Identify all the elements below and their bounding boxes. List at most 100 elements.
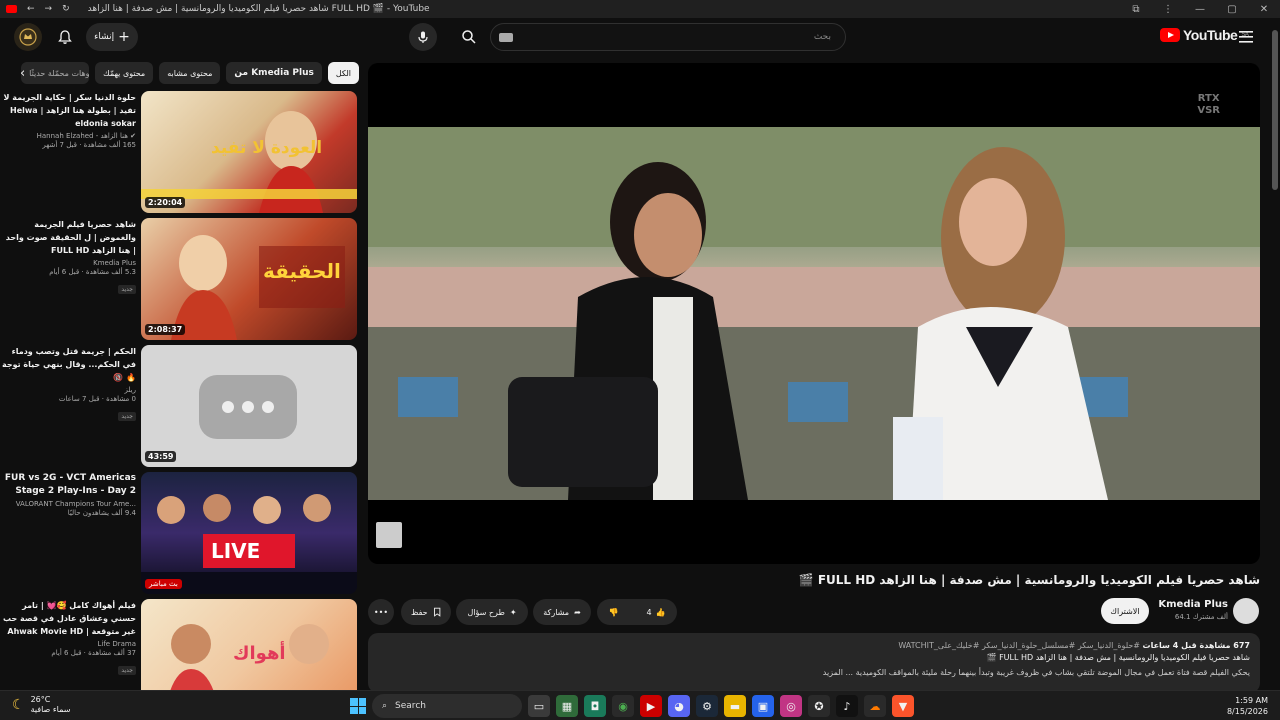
temperature: 26°C [30,695,51,704]
video-thumbnail[interactable]: الحقيقة 2:08:37 [141,218,357,340]
video-meta: حلوة الدنيا سكر | حكاية الجريمة لا تفيد … [1,91,136,149]
channel-name[interactable]: Life Drama [1,640,136,648]
menu-dots-icon[interactable]: ⋮ [1152,4,1184,15]
channel-watermark-icon[interactable] [376,522,402,548]
video-title[interactable]: FUR vs 2G - VCT Americas Stage 2 Play-In… [1,472,136,498]
video-title[interactable]: فيلم أهواك كامل 🥰💓 | تامر حسني وعشاق عاد… [1,599,136,638]
chip-for-you[interactable]: محتوى يهمّك [95,62,154,84]
search-button[interactable] [455,23,483,51]
create-label: إنشاء [94,32,115,42]
video-title[interactable]: شاهد حصريا فيلم الجريمة والغموض | ل الحق… [1,218,136,257]
channel-name[interactable]: VALORANT Champions Tour Ame... [1,500,136,508]
dislike-icon[interactable]: 👎 [608,608,618,617]
description-line: يحكي الفيلم قصة فتاة تعمل في مجال الموضة… [822,668,1250,677]
list-item[interactable]: LIVE بث مباشر FUR vs 2G - VCT Americas S… [0,472,362,594]
ask-label: طرح سؤال [467,607,505,617]
channel-name[interactable]: ريلز [1,386,136,394]
like-icon: 👍 [655,607,666,617]
minimize-icon[interactable]: — [1184,4,1216,15]
system-clock[interactable]: 1:59 AM 8/15/2026 [1227,695,1268,717]
notifications-button[interactable] [51,23,79,51]
weather-widget[interactable]: ☾ 26°C سماء صافية [12,695,70,715]
share-label: مشاركة [543,607,570,617]
windows-start-icon[interactable] [350,698,366,714]
extensions-icon[interactable]: ⧉ [1120,4,1152,15]
video-title[interactable]: الحكم | جريمة قتل وتصب ودماء في الحكم...… [1,345,136,384]
soundcloud-icon[interactable]: ☁ [864,695,886,717]
back-icon[interactable]: ← [27,4,35,14]
video-thumbnail[interactable]: العودة لا تفيد 2:20:04 [141,91,357,213]
bookmark-icon [433,607,440,617]
channel-name[interactable]: Kmedia Plus [1,259,136,267]
page-scrollbar[interactable] [1272,30,1278,190]
tiktok-icon[interactable]: ♪ [836,695,858,717]
description-tags[interactable]: #حلوة_الدنيا_سكر #مسلسل_حلوة_الدنيا_سكر … [898,641,1140,650]
file-explorer-icon[interactable]: ▬ [724,695,746,717]
video-title[interactable]: حلوة الدنيا سكر | حكاية الجريمة لا تفيد … [1,91,136,130]
forward-icon[interactable]: → [45,4,53,14]
description-box[interactable]: 677 مشاهدة قبل 4 ساعات #حلوة_الدنيا_سكر … [368,633,1260,693]
window-titlebar: ← → ↻ شاهد حصريا فيلم الكوميديا والرومان… [0,0,1280,18]
discord-icon[interactable]: ◕ [668,695,690,717]
video-player[interactable]: RTX VSR [368,63,1260,564]
video-thumbnail[interactable]: LIVE بث مباشر [141,472,357,594]
list-item[interactable]: 43:59 الحكم | جريمة قتل وتصب ودماء في ال… [0,345,362,467]
duration-badge: 2:08:37 [145,324,186,335]
taskbar-search[interactable]: ⌕ Search [372,694,522,718]
list-item[interactable]: أهواك فيلم أهواك كامل 🥰💓 | تامر حسني وعش… [0,599,362,691]
app-icon[interactable]: ▣ [752,695,774,717]
brave-icon[interactable]: ▼ [892,695,914,717]
share-button[interactable]: مشاركة ➦ [533,599,591,625]
create-button[interactable]: إنشاء + [86,23,138,51]
instagram-icon[interactable]: ◎ [780,695,802,717]
video-thumbnail[interactable]: 43:59 [141,345,357,467]
like-count: 4 [646,607,652,617]
list-item[interactable]: العودة لا تفيد 2:20:04 حلوة الدنيا سكر |… [0,91,362,213]
save-button[interactable]: حفظ [401,599,451,625]
keyboard-icon[interactable] [499,33,513,42]
like-button[interactable]: 4 👍 [646,608,665,617]
video-actions: ••• حفظ طرح سؤال ✦ مشاركة ➦ 👎 4 👍 الاشتر… [368,598,1260,626]
video-meta: الحكم | جريمة قتل وتصب ودماء في الحكم...… [1,345,136,422]
ask-button[interactable]: طرح سؤال ✦ [456,599,528,625]
view-count: 5.3 ألف مشاهدة · قبل 6 أيام [49,268,136,276]
more-horizontal-icon: ••• [373,607,389,617]
channel-avatar[interactable] [1233,598,1259,624]
like-dislike-group: 👎 4 👍 [597,599,677,625]
youtube-favicon-icon [6,5,17,13]
maximize-icon[interactable]: ▢ [1216,4,1248,15]
save-label: حفظ [411,607,428,617]
app-icon[interactable]: ◘ [584,695,606,717]
reload-icon[interactable]: ↻ [62,4,70,14]
youtube-app-icon[interactable]: ▶ [640,695,662,717]
task-view-icon[interactable]: ▭ [528,695,550,717]
plus-icon: + [118,29,130,45]
list-item[interactable]: الحقيقة 2:08:37 شاهد حصريا فيلم الجريمة … [0,218,362,340]
channel-name[interactable]: Kmedia Plus [1158,599,1228,610]
taskbar-apps: ⌕ Search ▭ ▦ ◘ ◉ ▶ ◕ ⚙ ▬ ▣ ◎ ✪ ♪ ☁ ▼ [350,694,914,718]
channel-name[interactable]: ✔ هنا الزاهد - Hannah Elzahed [1,132,136,140]
avatar[interactable] [14,23,42,51]
video-meta: شاهد حصريا فيلم الجريمة والغموض | ل الحق… [1,218,136,295]
thumbnail-art-icon: LIVE [141,494,357,594]
chrome-icon[interactable]: ◉ [612,695,634,717]
new-badge: جديد [118,412,136,421]
thumbnail-art-icon: الحقيقة [171,235,345,340]
close-icon[interactable]: ✕ [1248,4,1280,15]
subscribe-button[interactable]: الاشتراك [1101,598,1149,624]
guide-menu-button[interactable] [1232,23,1260,51]
store-icon[interactable]: ▦ [556,695,578,717]
voice-search-button[interactable] [409,23,437,51]
chip-all[interactable]: الكل [327,62,359,84]
steam-icon[interactable]: ⚙ [696,695,718,717]
more-actions-button[interactable]: ••• [368,599,394,625]
chip-from-channel[interactable]: من Kmedia Plus [226,62,322,84]
rtx-line2: VSR [1197,105,1220,116]
svg-text:العودة لا تفيد: العودة لا تفيد [211,138,322,158]
chevron-left-icon[interactable]: ‹ [20,66,25,81]
chip-related[interactable]: محتوى مشابه [159,62,221,84]
search-input[interactable]: بحث [490,23,846,51]
video-thumbnail[interactable]: أهواك [141,599,357,691]
chip-recently-uploaded[interactable]: فيديوهات محمّلة حديثًا [21,62,90,84]
app-icon[interactable]: ✪ [808,695,830,717]
